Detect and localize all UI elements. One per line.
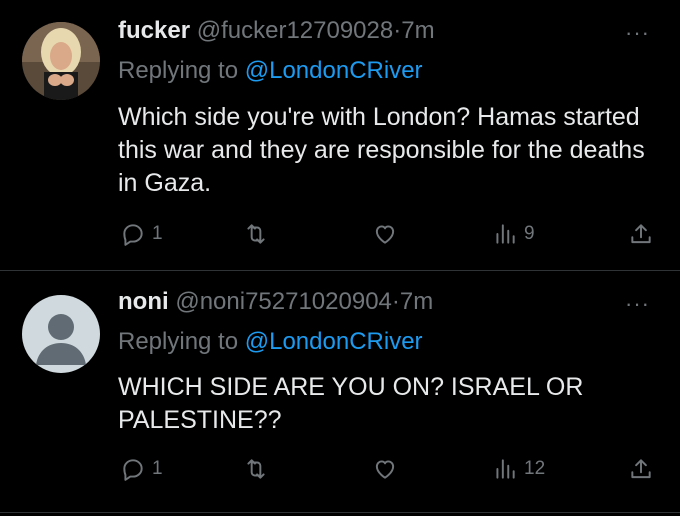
user-handle[interactable]: @noni75271020904 bbox=[175, 288, 392, 315]
timestamp[interactable]: 7m bbox=[400, 288, 433, 315]
views-icon bbox=[496, 224, 515, 244]
tweet[interactable]: noni @noni75271020904·7m ··· Replying to… bbox=[0, 271, 680, 516]
timestamp[interactable]: 7m bbox=[401, 17, 434, 44]
tweet-text: WHICH SIDE ARE YOU ON? ISRAEL OR PALESTI… bbox=[118, 373, 584, 434]
share-icon bbox=[631, 224, 651, 244]
reply-icon bbox=[123, 224, 143, 246]
replying-to-label: Replying to bbox=[118, 328, 245, 355]
share-button[interactable] bbox=[628, 219, 654, 249]
display-name[interactable]: noni bbox=[118, 288, 169, 315]
tweet-text: Which side you're with London? Hamas sta… bbox=[118, 103, 645, 197]
replying-to-label: Replying to bbox=[118, 57, 245, 84]
more-options-icon[interactable]: ··· bbox=[625, 291, 650, 317]
views-icon bbox=[496, 459, 515, 479]
repost-icon bbox=[247, 224, 265, 244]
repost-icon bbox=[247, 459, 265, 479]
tweet[interactable]: fucker @fucker12709028·7m ··· Replying t… bbox=[0, 0, 680, 270]
reply-button[interactable]: 1 bbox=[120, 219, 163, 249]
share-button[interactable] bbox=[628, 454, 654, 484]
avatar-photo bbox=[22, 22, 100, 100]
tweet-header: fucker @fucker12709028·7m bbox=[118, 16, 435, 46]
action-bar: 1 9 bbox=[0, 219, 680, 249]
like-button[interactable] bbox=[372, 219, 398, 249]
display-name[interactable]: fucker bbox=[118, 17, 190, 44]
user-handle[interactable]: @fucker12709028 bbox=[197, 17, 394, 44]
views-button[interactable]: 9 bbox=[492, 219, 535, 249]
more-options-icon[interactable]: ··· bbox=[625, 20, 650, 46]
action-bar: 1 12 bbox=[0, 454, 680, 484]
avatar[interactable] bbox=[22, 22, 100, 100]
reply-count: 1 bbox=[152, 458, 163, 479]
default-avatar-icon bbox=[22, 295, 100, 373]
views-button[interactable]: 12 bbox=[492, 454, 545, 484]
repost-button[interactable] bbox=[243, 454, 269, 484]
mention-link[interactable]: @LondonCRiver bbox=[245, 328, 423, 355]
like-button[interactable] bbox=[372, 454, 398, 484]
reply-button[interactable]: 1 bbox=[120, 454, 163, 484]
views-count: 9 bbox=[524, 223, 535, 244]
separator-dot: · bbox=[391, 288, 400, 315]
views-count: 12 bbox=[524, 458, 546, 479]
reply-count: 1 bbox=[152, 223, 163, 244]
share-icon bbox=[631, 459, 651, 479]
tweet-header: noni @noni75271020904·7m bbox=[118, 287, 433, 317]
reply-icon bbox=[123, 459, 143, 481]
divider bbox=[0, 512, 680, 513]
replying-to: Replying to @LondonCRiver bbox=[118, 327, 423, 357]
heart-icon bbox=[375, 225, 395, 244]
repost-button[interactable] bbox=[243, 219, 269, 249]
avatar[interactable] bbox=[22, 295, 100, 373]
mention-link[interactable]: @LondonCRiver bbox=[245, 57, 423, 84]
replying-to: Replying to @LondonCRiver bbox=[118, 56, 423, 86]
heart-icon bbox=[375, 460, 395, 479]
